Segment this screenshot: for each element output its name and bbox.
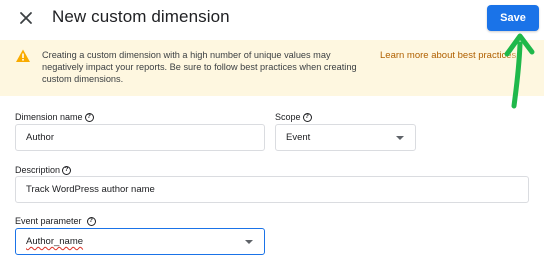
banner-text: Creating a custom dimension with a high … [42,50,357,84]
chevron-down-icon [396,135,404,140]
scope-label: Scope ? [275,112,312,122]
close-icon [20,12,32,24]
event-parameter-value: Author_name [26,236,84,247]
dimension-name-label: Dimension name ? [15,112,94,122]
description-input[interactable]: Track WordPress author name [15,176,529,203]
save-button[interactable]: Save [487,5,539,31]
learn-more-link[interactable]: Learn more about best practices [380,50,516,61]
dimension-name-input[interactable]: Author [15,124,265,151]
close-button[interactable] [14,6,38,30]
green-arrow [504,33,535,109]
description-label: Description ? [15,165,72,175]
page-title: New custom dimension [52,7,230,26]
warning-icon [16,49,30,62]
help-circle-icon[interactable]: ? [302,112,312,122]
dimension-name-value: Author [26,132,54,143]
scope-value: Event [286,132,311,143]
dimension-name-label-text: Dimension name [15,112,83,122]
help-circle-icon[interactable]: ? [86,216,96,226]
help-circle-icon[interactable]: ? [62,165,72,175]
warning-banner: Creating a custom dimension with a high … [0,40,544,96]
scope-select[interactable]: Event [275,124,416,151]
chevron-down-icon [245,239,253,244]
event-parameter-select[interactable]: Author_name [15,228,265,255]
event-parameter-label-text: Event parameter [15,216,82,226]
description-value: Track WordPress author name [26,184,155,195]
help-circle-icon[interactable]: ? [84,112,94,122]
event-parameter-label: Event parameter ? [15,216,96,226]
description-label-text: Description [15,165,61,175]
dialog-header: New custom dimension Save [0,0,544,38]
scope-label-text: Scope [275,112,301,122]
